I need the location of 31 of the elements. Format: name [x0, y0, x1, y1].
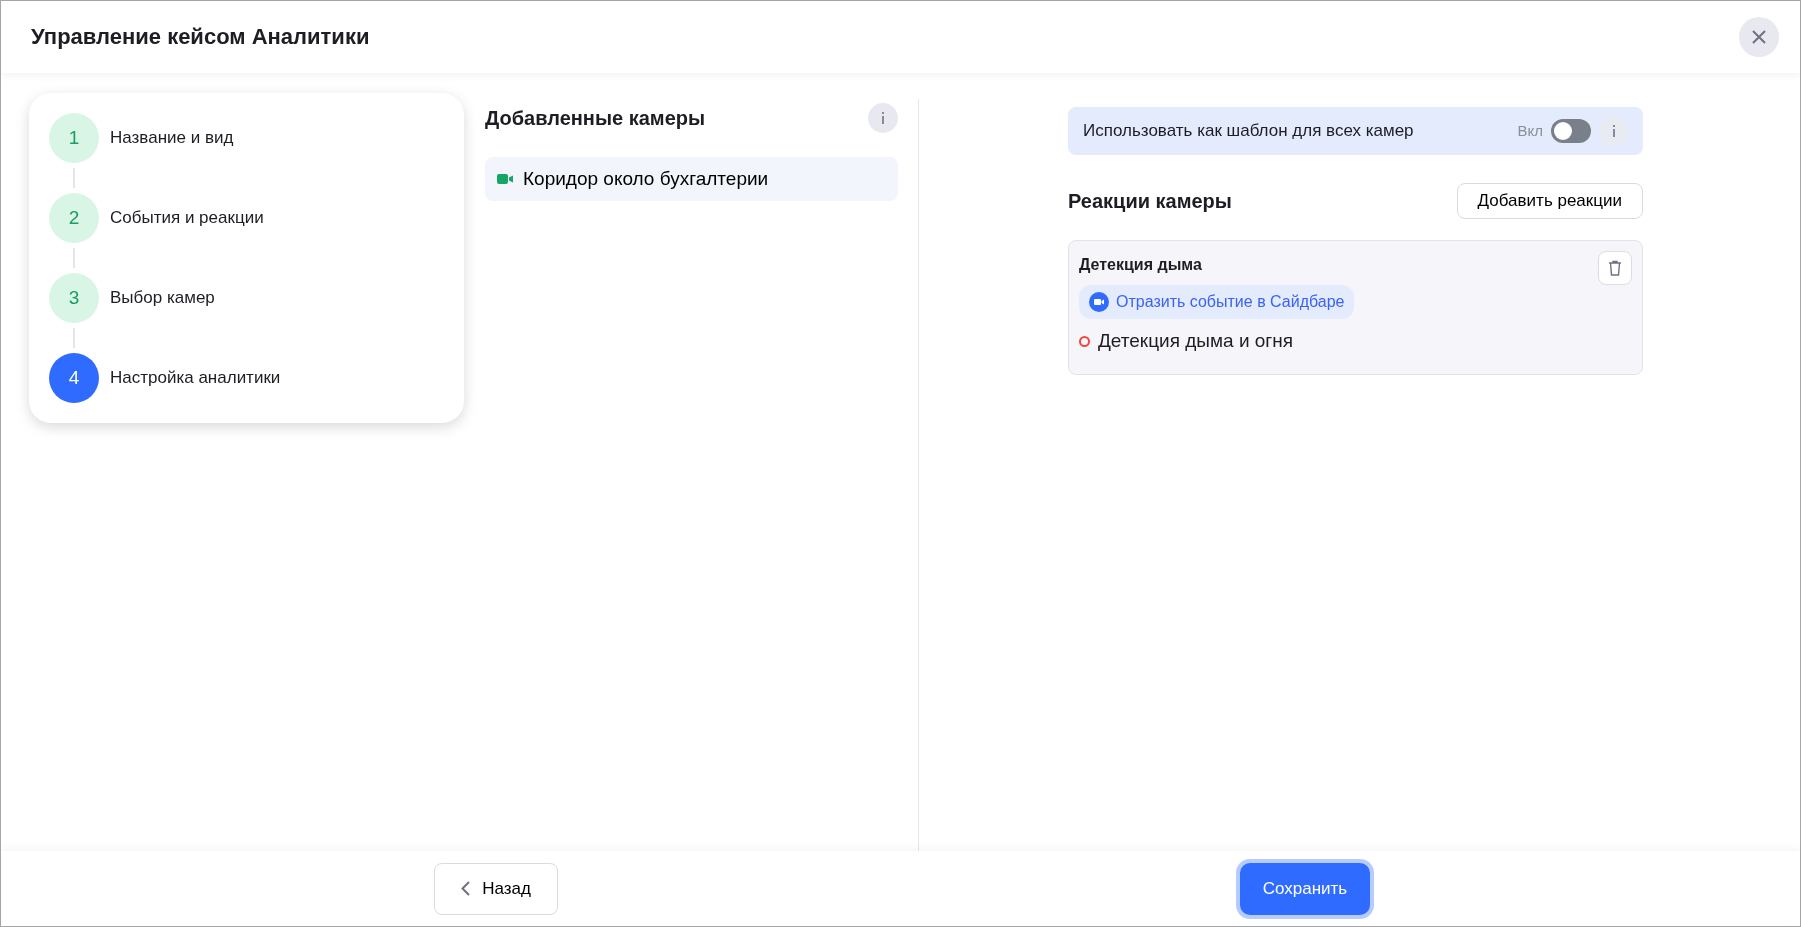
close-icon: [1752, 30, 1766, 44]
info-icon: [1612, 125, 1616, 137]
toggle-switch[interactable]: [1551, 119, 1591, 143]
info-icon: [881, 112, 885, 124]
add-reactions-button[interactable]: Добавить реакции: [1456, 183, 1643, 219]
step-label: События и реакции: [110, 207, 264, 230]
action-chip[interactable]: Отразить событие в Сайдбаре: [1079, 285, 1355, 319]
step-label: Выбор камер: [110, 287, 215, 310]
info-button[interactable]: [1599, 116, 1629, 146]
step-number[interactable]: 2: [49, 193, 99, 243]
event-name: Детекция дыма и огня: [1098, 329, 1294, 353]
close-button[interactable]: [1739, 17, 1779, 57]
reaction-title: Детекция дыма: [1079, 255, 1202, 275]
trash-icon: [1608, 260, 1622, 276]
toggle-label: Вкл: [1517, 120, 1543, 141]
section-title: Добавленные камеры: [485, 106, 706, 130]
step-number[interactable]: 1: [49, 113, 99, 163]
window-title: Управление кейсом Аналитики: [31, 23, 370, 51]
back-button[interactable]: Назад: [434, 862, 558, 915]
chevron-left-icon: [461, 881, 471, 896]
step-label: Название и вид: [110, 127, 234, 150]
video-camera-icon: [1089, 292, 1109, 312]
step-number[interactable]: 4: [49, 353, 99, 403]
step-label: Настройка аналитики: [110, 367, 281, 390]
section-title: Реакции камеры: [1068, 189, 1232, 213]
delete-button[interactable]: [1598, 251, 1632, 285]
template-label: Использовать как шаблон для всех камер: [1083, 120, 1414, 143]
camera-list-item[interactable]: Коридор около бухгалтерии: [485, 157, 898, 201]
info-button[interactable]: [868, 103, 898, 133]
video-camera-icon: [497, 174, 513, 184]
step-number[interactable]: 3: [49, 273, 99, 323]
